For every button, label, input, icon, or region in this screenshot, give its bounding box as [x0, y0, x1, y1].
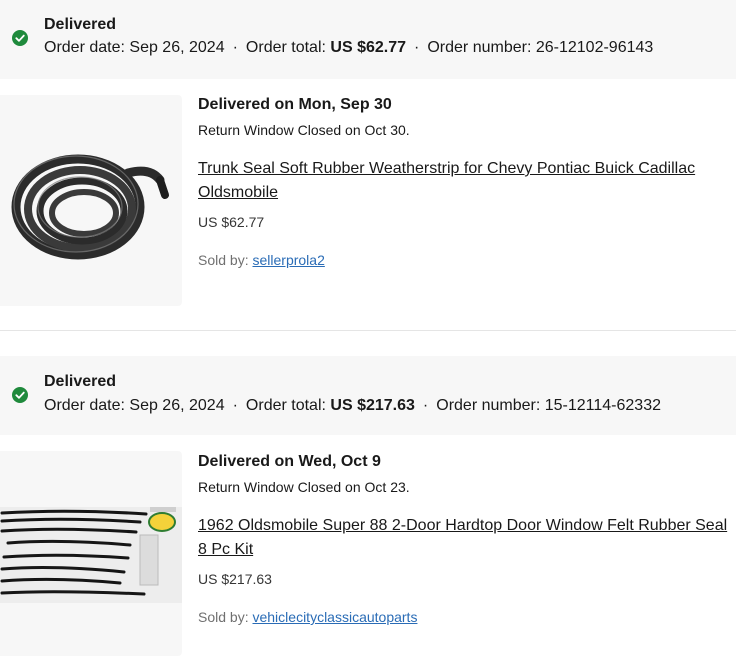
- order-number-label: Order number:: [436, 397, 541, 414]
- order-total: US $62.77: [330, 39, 407, 56]
- order-header: Delivered Order date: Sep 26, 2024 · Order…: [0, 356, 736, 435]
- seller-link[interactable]: sellerprola2: [252, 252, 324, 268]
- order-meta: Order date: Sep 26, 2024 · Order total: US…: [44, 397, 661, 415]
- rubber-seal-coil-image: [11, 154, 169, 260]
- order-number: 15-12114-62332: [544, 397, 661, 414]
- sold-by: Sold by: vehiclecityclassicautoparts: [198, 609, 417, 625]
- order-status: Delivered: [44, 16, 117, 33]
- separator-dot: ·: [414, 39, 420, 56]
- order-number-label: Order number:: [427, 39, 532, 56]
- order-status: Delivered: [44, 373, 117, 390]
- item-image[interactable]: [0, 95, 182, 306]
- order-meta: Order date: Sep 26, 2024 · Order total: US…: [44, 39, 653, 57]
- return-window-status: Return Window Closed on Oct 23.: [198, 479, 410, 495]
- sold-by-label: Sold by:: [198, 252, 249, 268]
- order-total-label: Order total:: [245, 397, 326, 414]
- delivery-date: Delivered on Wed, Oct 9: [198, 453, 381, 470]
- delivery-date: Delivered on Mon, Sep 30: [198, 96, 392, 113]
- order-number: 26-12102-96143: [535, 39, 654, 56]
- item-price: US $217.63: [198, 571, 272, 587]
- order-divider: [0, 330, 736, 331]
- item-price: US $62.77: [198, 214, 265, 230]
- return-window-status: Return Window Closed on Oct 30.: [198, 122, 410, 138]
- felt-seal-kit-image: [0, 507, 182, 603]
- separator-dot: ·: [232, 39, 238, 56]
- sold-by: Sold by: sellerprola2: [198, 252, 325, 268]
- item-image[interactable]: [0, 451, 182, 656]
- order-total: US $217.63: [330, 397, 415, 414]
- order-card-2: Delivered Order date: Sep 26, 2024 · Order…: [0, 356, 736, 656]
- check-circle-icon: [12, 387, 28, 403]
- separator-dot: ·: [422, 397, 429, 414]
- order-header: Delivered Order date: Sep 26, 2024 · Order…: [0, 0, 736, 79]
- item-title-link[interactable]: 1962 Oldsmobile Super 88 2-Door Hardtop …: [198, 514, 728, 562]
- item-title-link[interactable]: Trunk Seal Soft Rubber Weatherstrip for …: [198, 157, 728, 205]
- sold-by-label: Sold by:: [198, 609, 249, 625]
- separator-dot: ·: [232, 397, 238, 414]
- order-total-label: Order total:: [245, 39, 326, 56]
- order-date: Sep 26, 2024: [129, 397, 225, 414]
- order-card-1: Delivered Order date: Sep 26, 2024 · Order…: [0, 0, 736, 330]
- order-date-label: Order date:: [44, 397, 125, 414]
- order-date-label: Order date:: [44, 39, 125, 56]
- order-date: Sep 26, 2024: [129, 39, 225, 56]
- seller-link[interactable]: vehiclecityclassicautoparts: [252, 609, 417, 625]
- check-circle-icon: [12, 30, 28, 46]
